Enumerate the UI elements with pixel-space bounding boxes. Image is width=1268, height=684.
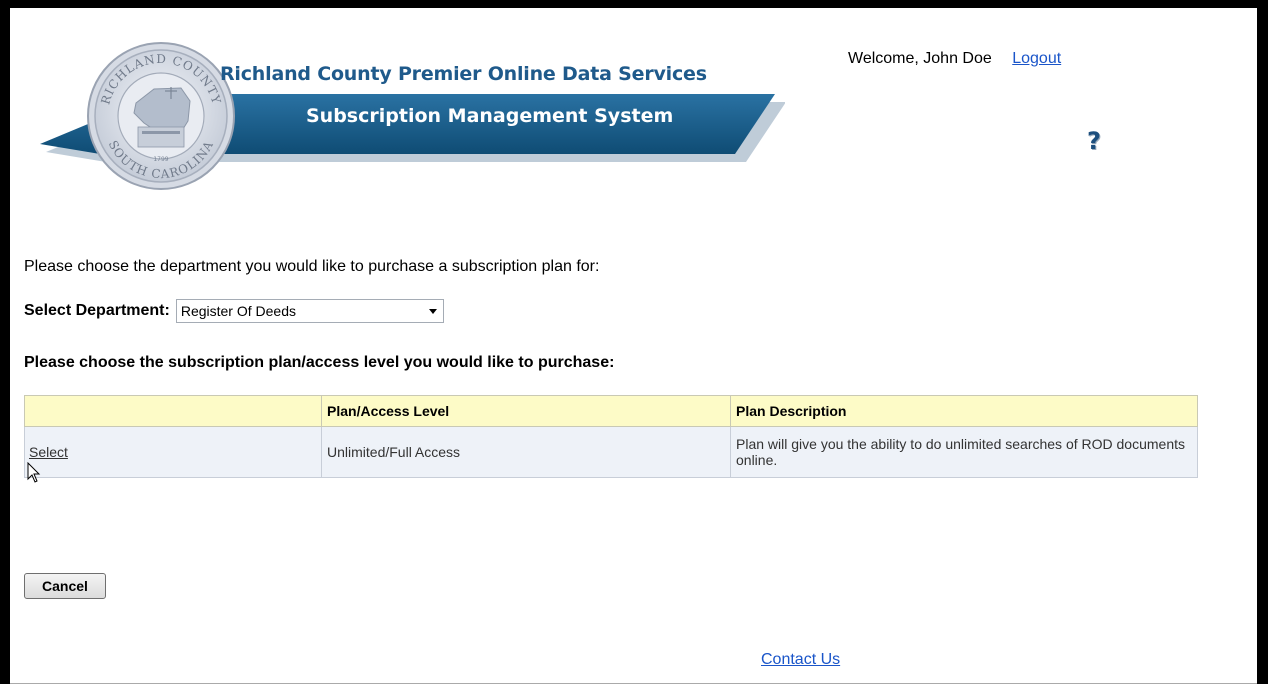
mouse-pointer-icon	[27, 462, 41, 483]
banner-subtitle: Subscription Management System	[306, 105, 674, 127]
column-header-description: Plan Description	[730, 395, 1198, 427]
svg-text:1799: 1799	[153, 156, 168, 163]
cancel-button[interactable]: Cancel	[24, 573, 106, 599]
header: RICHLAND COUNTY SOUTH CAROLINA 1799 Rich…	[10, 8, 1257, 198]
contact-us-link[interactable]: Contact Us	[761, 651, 840, 668]
logout-link[interactable]: Logout	[1012, 50, 1061, 67]
department-row: Select Department: Register Of Deeds	[24, 299, 444, 323]
select-plan-link[interactable]: Select	[29, 444, 68, 460]
column-header-action	[24, 395, 322, 427]
page: RICHLAND COUNTY SOUTH CAROLINA 1799 Rich…	[10, 8, 1257, 684]
plan-cell: Unlimited/Full Access	[321, 426, 731, 478]
intro-text: Please choose the department you would l…	[24, 258, 600, 275]
select-cell: Select	[24, 426, 322, 478]
banner-title: Richland County Premier Online Data Serv…	[220, 63, 707, 85]
welcome-text: Welcome, John Doe	[848, 50, 992, 67]
contact-area: Contact Us	[761, 651, 840, 669]
description-cell: Plan will give you the ability to do unl…	[730, 426, 1198, 478]
department-selected-value: Register Of Deeds	[180, 303, 296, 319]
plan-heading: Please choose the subscription plan/acce…	[24, 354, 615, 371]
chevron-down-icon	[428, 309, 437, 314]
question-mark-icon[interactable]: ?	[1087, 127, 1101, 155]
county-seal-icon: RICHLAND COUNTY SOUTH CAROLINA 1799	[87, 42, 235, 190]
plans-table: Plan/Access Level Plan Description Selec…	[24, 395, 1198, 478]
department-select[interactable]: Register Of Deeds	[175, 299, 444, 323]
column-header-plan: Plan/Access Level	[321, 395, 731, 427]
department-label: Select Department:	[24, 302, 170, 319]
table-row: Select Unlimited/Full Access Plan will g…	[24, 426, 1198, 478]
table-header-row: Plan/Access Level Plan Description	[24, 395, 1198, 427]
welcome-area: Welcome, John Doe Logout	[848, 50, 1061, 68]
